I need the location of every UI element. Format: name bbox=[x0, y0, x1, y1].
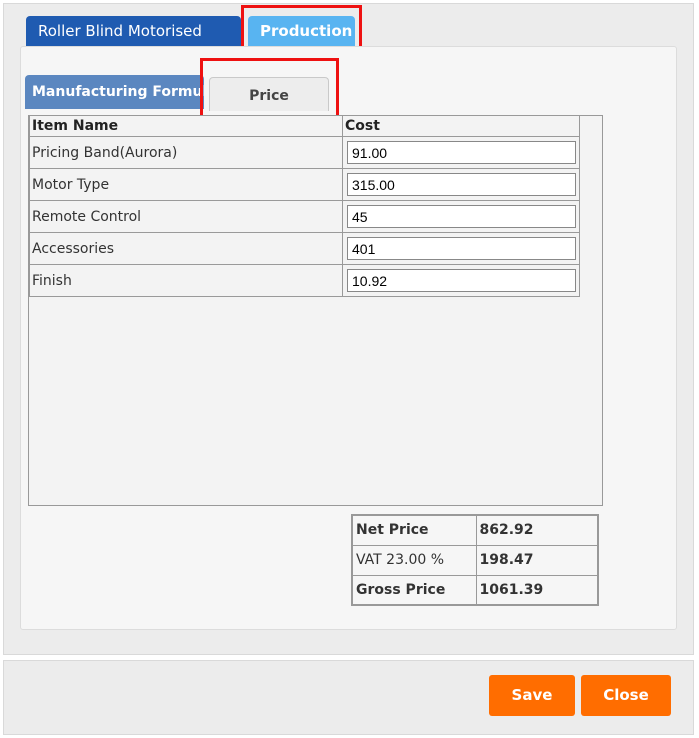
table-header-row: Item Name Cost bbox=[29, 115, 580, 137]
net-price-row: Net Price 862.92 bbox=[351, 514, 599, 546]
tab-manufacturing-formulas[interactable]: Manufacturing Formulas bbox=[25, 75, 204, 109]
cost-cell bbox=[342, 232, 580, 265]
tab-price-breakups[interactable]: Price Breakups bbox=[209, 77, 329, 140]
gross-price-value: 1061.39 bbox=[475, 574, 599, 606]
table-row: Remote Control bbox=[29, 200, 580, 233]
tab-roller-blind-info[interactable]: Roller Blind Motorised info bbox=[26, 16, 241, 70]
tab-production[interactable]: Production bbox=[248, 16, 355, 46]
cost-input-pricing-band[interactable] bbox=[347, 141, 576, 164]
item-name-cell: Remote Control bbox=[29, 200, 343, 233]
vat-row: VAT 23.00 % 198.47 bbox=[351, 544, 599, 576]
cost-input-remote-control[interactable] bbox=[347, 205, 576, 228]
cost-cell bbox=[342, 168, 580, 201]
totals-table: Net Price 862.92 VAT 23.00 % 198.47 Gros… bbox=[351, 514, 599, 606]
cost-cell bbox=[342, 264, 580, 297]
cost-input-accessories[interactable] bbox=[347, 237, 576, 260]
column-header-item-name: Item Name bbox=[29, 115, 343, 137]
cost-cell bbox=[342, 136, 580, 169]
price-breakup-table: Item Name Cost Pricing Band(Aurora) Moto… bbox=[29, 115, 580, 297]
net-price-label: Net Price bbox=[351, 514, 477, 546]
save-button[interactable]: Save bbox=[489, 675, 575, 716]
item-name-cell: Accessories bbox=[29, 232, 343, 265]
cost-input-finish[interactable] bbox=[347, 269, 576, 292]
table-row: Pricing Band(Aurora) bbox=[29, 136, 580, 169]
net-price-value: 862.92 bbox=[475, 514, 599, 546]
table-row: Finish bbox=[29, 264, 580, 297]
cost-cell bbox=[342, 200, 580, 233]
close-button[interactable]: Close bbox=[581, 675, 671, 716]
cost-input-motor-type[interactable] bbox=[347, 173, 576, 196]
table-row: Motor Type bbox=[29, 168, 580, 201]
vat-value: 198.47 bbox=[475, 544, 599, 576]
item-name-cell: Motor Type bbox=[29, 168, 343, 201]
column-header-cost: Cost bbox=[342, 115, 580, 137]
item-name-cell: Pricing Band(Aurora) bbox=[29, 136, 343, 169]
item-name-cell: Finish bbox=[29, 264, 343, 297]
gross-price-label: Gross Price bbox=[351, 574, 477, 606]
gross-price-row: Gross Price 1061.39 bbox=[351, 574, 599, 606]
vat-label: VAT 23.00 % bbox=[351, 544, 477, 576]
table-row: Accessories bbox=[29, 232, 580, 265]
